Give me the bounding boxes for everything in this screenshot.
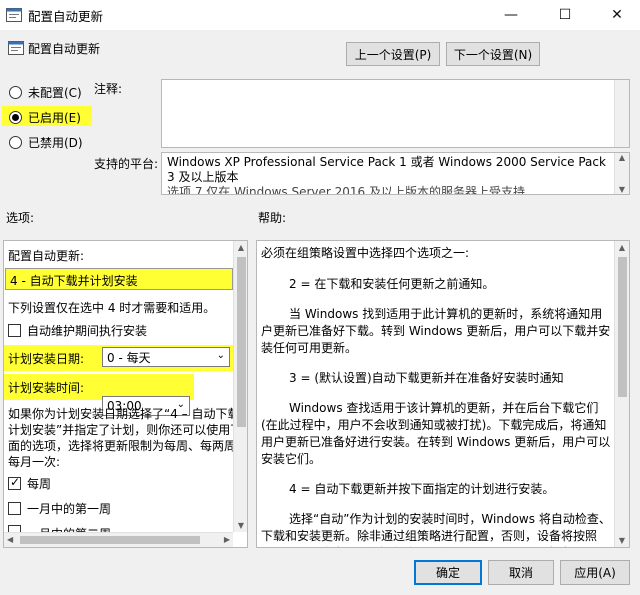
radio-disabled[interactable]: 已禁用(D) bbox=[9, 134, 83, 151]
help-paragraph: Windows 查找适用于该计算机的更新，并在后台下载它们(在此过程中，用户不会… bbox=[261, 401, 611, 466]
cancel-button[interactable]: 取消 bbox=[488, 560, 554, 585]
schedule-day-select[interactable]: 0 - 每天 ⌄ bbox=[102, 347, 230, 367]
window-title: 配置自动更新 bbox=[28, 9, 104, 24]
help-paragraph: 选择“自动”作为计划的安装时间时，Windows 将自动检查、下载和安装更新。除… bbox=[261, 512, 611, 547]
first-week-label: 一月中的第一周 bbox=[27, 502, 112, 516]
platform-field: Windows XP Professional Service Pack 1 或… bbox=[161, 152, 630, 195]
comment-label: 注释: bbox=[94, 82, 123, 96]
scroll-down-icon[interactable]: ▼ bbox=[615, 536, 629, 545]
help-pane: 必须在组策略设置中选择四个选项之一: 2 = 在下载和安装任何更新之前通知。 当… bbox=[256, 240, 630, 548]
configure-value: 4 - 自动下载并计划安装 bbox=[10, 274, 138, 288]
scroll-down-icon[interactable]: ▼ bbox=[234, 521, 247, 530]
minimize-icon: — bbox=[504, 7, 518, 23]
scroll-up-icon[interactable]: ▲ bbox=[234, 243, 247, 252]
radio-not-configured[interactable]: 未配置(C) bbox=[9, 84, 82, 101]
help-paragraph: 2 = 在下载和安装任何更新之前通知。 bbox=[289, 277, 495, 291]
first-week-row[interactable]: 一月中的第一周 bbox=[8, 500, 111, 517]
options-pane: 配置自动更新: 4 - 自动下载并计划安装 下列设置仅在选中 4 时才需要和适用… bbox=[3, 240, 248, 548]
app-icon bbox=[6, 8, 22, 22]
info-line: 如果你为计划安装日期选择了“4 – 自动下载 bbox=[8, 407, 234, 421]
scroll-thumb[interactable] bbox=[20, 536, 200, 544]
first-week-checkbox[interactable] bbox=[8, 502, 21, 515]
radio-label: 未配置(C) bbox=[28, 86, 82, 100]
maintenance-checkbox-row[interactable]: 自动维护期间执行安装 bbox=[8, 322, 147, 339]
maximize-button[interactable]: ☐ bbox=[542, 0, 588, 30]
every-week-label: 每周 bbox=[27, 477, 52, 491]
help-vscrollbar[interactable]: ▲ ▼ bbox=[614, 241, 629, 547]
chevron-down-icon: ⌄ bbox=[216, 350, 225, 361]
scroll-thumb[interactable] bbox=[618, 257, 627, 397]
info-line: 面的选项，选择将更新限制为每周、每两周或 bbox=[8, 439, 234, 453]
options-hscrollbar[interactable]: ◀ ▶ bbox=[4, 532, 233, 547]
configure-select[interactable]: 4 - 自动下载并计划安装 bbox=[5, 268, 233, 290]
schedule-day-label: 计划安装日期: bbox=[8, 352, 85, 366]
policy-name: 配置自动更新 bbox=[28, 42, 101, 56]
options-vscrollbar[interactable]: ▲ ▼ bbox=[233, 241, 247, 532]
scroll-right-icon[interactable]: ▶ bbox=[224, 535, 230, 544]
scroll-down-icon[interactable]: ▼ bbox=[615, 185, 629, 194]
maintenance-label: 自动维护期间执行安装 bbox=[27, 324, 148, 338]
note-text: 下列设置仅在选中 4 时才需要和适用。 bbox=[8, 301, 216, 315]
scroll-thumb[interactable] bbox=[237, 257, 246, 427]
help-paragraph: 当 Windows 找到适用于此计算机的更新时，系统将通知用户更新已准备好下载。… bbox=[261, 307, 611, 355]
policy-icon bbox=[8, 40, 24, 56]
comment-value bbox=[162, 80, 629, 86]
ok-button[interactable]: 确定 bbox=[414, 560, 482, 585]
info-line: 每月一次: bbox=[8, 455, 61, 469]
radio-circle[interactable] bbox=[9, 136, 22, 149]
help-paragraph: 必须在组策略设置中选择四个选项之一: bbox=[261, 246, 470, 260]
minimize-button[interactable]: — bbox=[488, 0, 534, 30]
platform-text: Windows XP Professional Service Pack 1 或… bbox=[167, 155, 606, 184]
radio-label: 已启用(E) bbox=[28, 111, 81, 125]
schedule-day-value: 0 - 每天 bbox=[107, 350, 151, 365]
platform-text-2: 选项 7 仅在 Windows Server 2016 及以上版本的服务器上受支… bbox=[167, 185, 525, 195]
close-button[interactable]: ✕ bbox=[594, 0, 640, 30]
every-week-checkbox[interactable] bbox=[8, 475, 21, 490]
next-setting-button[interactable]: 下一个设置(N) bbox=[446, 42, 540, 66]
radio-label: 已禁用(D) bbox=[28, 136, 83, 150]
options-section-label: 选项: bbox=[6, 211, 35, 225]
platform-label: 支持的平台: bbox=[94, 157, 159, 171]
radio-circle[interactable] bbox=[9, 86, 22, 99]
close-icon: ✕ bbox=[611, 7, 623, 23]
comment-field[interactable] bbox=[161, 79, 630, 148]
maintenance-checkbox[interactable] bbox=[8, 324, 21, 337]
scroll-left-icon[interactable]: ◀ bbox=[7, 535, 13, 544]
maximize-icon: ☐ bbox=[558, 7, 572, 23]
platform-scrollbar[interactable]: ▲ ▼ bbox=[614, 153, 629, 194]
comment-scrollbar[interactable] bbox=[614, 80, 629, 147]
radio-circle[interactable] bbox=[9, 111, 22, 124]
help-text: 必须在组策略设置中选择四个选项之一: 2 = 在下载和安装任何更新之前通知。 当… bbox=[261, 245, 611, 547]
help-section-label: 帮助: bbox=[258, 211, 287, 225]
scroll-up-icon[interactable]: ▲ bbox=[615, 153, 629, 162]
info-text: 如果你为计划安装日期选择了“4 – 自动下载 计划安装”并指定了计划，则你还可以… bbox=[8, 406, 234, 470]
configure-label: 配置自动更新: bbox=[8, 249, 85, 263]
scroll-up-icon[interactable]: ▲ bbox=[615, 243, 629, 252]
every-week-row[interactable]: 每周 bbox=[8, 475, 51, 492]
schedule-time-label: 计划安装时间: bbox=[8, 381, 85, 395]
info-line: 计划安装”并指定了计划，则你还可以使用下 bbox=[8, 423, 234, 437]
radio-enabled[interactable]: 已启用(E) bbox=[9, 109, 81, 126]
help-paragraph: 3 = (默认设置)自动下载更新并在准备好安装时通知 bbox=[289, 371, 564, 385]
apply-button[interactable]: 应用(A) bbox=[560, 560, 630, 585]
prev-setting-button[interactable]: 上一个设置(P) bbox=[346, 42, 440, 66]
title-bar: 配置自动更新 — ☐ ✕ bbox=[0, 0, 640, 30]
help-paragraph: 4 = 自动下载更新并按下面指定的计划进行安装。 bbox=[289, 482, 555, 496]
